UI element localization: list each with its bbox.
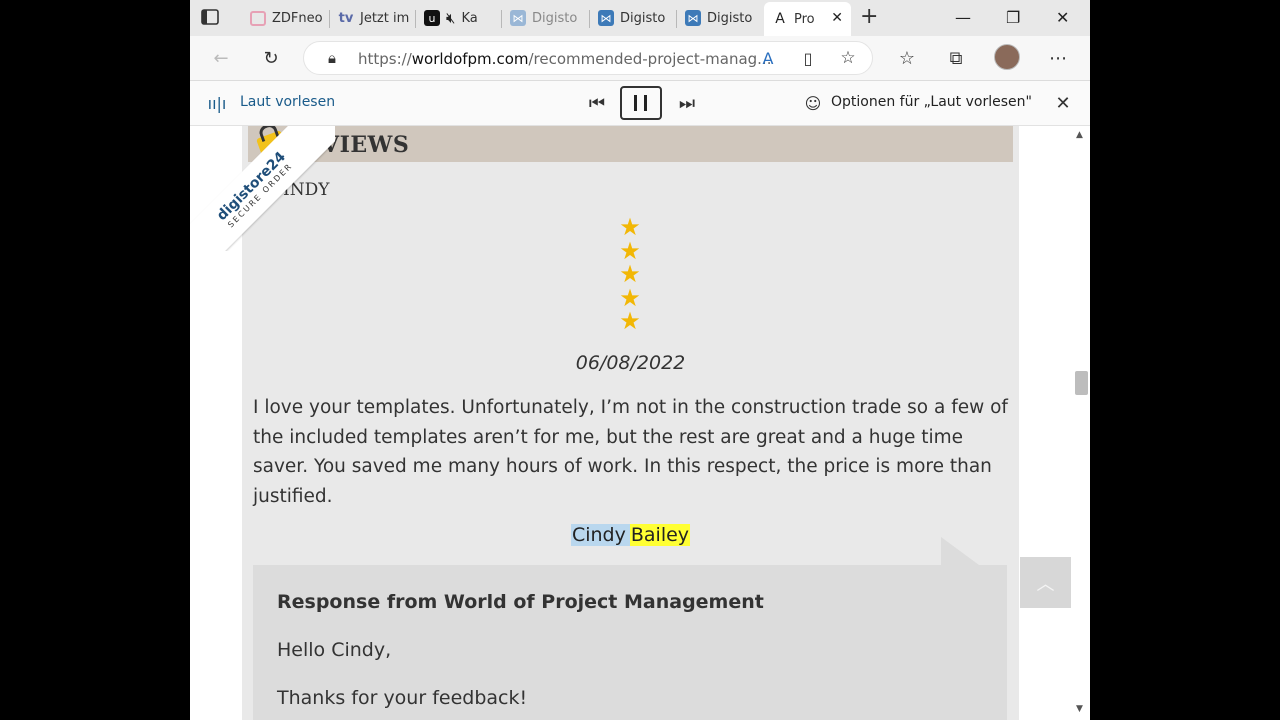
tab-digistore-1[interactable]: ⋈ Digisto bbox=[502, 4, 590, 32]
lock-icon[interactable]: 🔒︎ bbox=[320, 46, 344, 70]
star-rating: ★ ★ ★ ★ ★ bbox=[618, 213, 642, 335]
read-aloud-options[interactable]: Optionen für „Laut vorlesen" bbox=[831, 94, 1032, 110]
response-bubble-tail bbox=[941, 537, 979, 565]
immersive-reader-icon[interactable]: ▯ bbox=[796, 46, 820, 70]
speaker-muted-icon[interactable]: 🔇︎ bbox=[446, 9, 455, 27]
response-box: Response from World of Project Managemen… bbox=[253, 565, 1007, 720]
response-line: Thanks for your feedback! bbox=[277, 687, 528, 709]
more-menu-icon[interactable]: ⋯ bbox=[1046, 46, 1070, 70]
url-text[interactable]: https://worldofpm.com/recommended-projec… bbox=[358, 50, 771, 68]
tab-label: Digisto bbox=[620, 10, 666, 26]
tab-label: Pro bbox=[794, 11, 815, 27]
close-window-icon[interactable]: ✕ bbox=[1056, 8, 1069, 27]
review-date: 06/08/2022 bbox=[575, 352, 686, 374]
tab-active-pro[interactable]: A︎ Pro ✕ bbox=[764, 2, 851, 36]
browser-window: ZDFneo tv Jetzt im u 🔇︎ Ka ⋈ Digisto ⋈ D… bbox=[190, 0, 1090, 720]
review-text: I love your templates. Unfortunately, I’… bbox=[253, 397, 1008, 507]
restore-icon[interactable]: ❐ bbox=[1006, 8, 1020, 27]
tab-label: ZDFneo bbox=[272, 10, 323, 26]
u-logo-icon: u bbox=[424, 10, 440, 26]
tab-zdfneo[interactable]: ZDFneo bbox=[242, 4, 330, 32]
back-to-top-button[interactable]: ︿ bbox=[1020, 557, 1071, 608]
pause-button[interactable] bbox=[620, 86, 662, 120]
back-icon[interactable]: ← bbox=[209, 46, 233, 70]
read-aloud-bar: ıı|ı Laut vorlesen ⏮︎ ⏭︎ ☺︎ Optionen für… bbox=[190, 81, 1090, 126]
next-icon[interactable]: ⏭︎ bbox=[675, 91, 699, 115]
close-tab-icon[interactable]: ✕ bbox=[831, 10, 843, 26]
read-aloud-a-icon: A︎ bbox=[775, 11, 785, 27]
tv-icon bbox=[250, 10, 266, 26]
digistore-icon: ⋈ bbox=[685, 10, 701, 26]
voice-options-icon[interactable]: ☺︎ bbox=[801, 91, 825, 115]
tv-logo-icon: tv bbox=[338, 10, 354, 26]
tab-actions-icon[interactable] bbox=[200, 7, 222, 29]
tab-label: Ka bbox=[461, 10, 478, 26]
chevron-up-icon: ︿ bbox=[1036, 573, 1055, 595]
new-tab-icon[interactable]: + bbox=[860, 6, 878, 28]
author-first-name: Cindy bbox=[570, 524, 630, 546]
waveform-icon: ıı|ı bbox=[207, 93, 227, 113]
tab-digistore-2[interactable]: ⋈ Digisto bbox=[590, 4, 677, 32]
star-icon: ★ bbox=[619, 213, 641, 241]
previous-icon[interactable]: ⏮︎ bbox=[585, 91, 609, 115]
minimize-icon[interactable]: — bbox=[955, 8, 971, 27]
scroll-thumb[interactable] bbox=[1075, 371, 1088, 395]
response-greeting: Hello Cindy, bbox=[277, 639, 392, 661]
badge-brand: digistore24 bbox=[213, 148, 289, 224]
review-author: Cindy Bailey bbox=[242, 524, 1019, 546]
star-icon: ★ bbox=[619, 307, 641, 335]
digistore-icon: ⋈ bbox=[510, 10, 526, 26]
tab-strip: ZDFneo tv Jetzt im u 🔇︎ Ka ⋈ Digisto ⋈ D… bbox=[190, 0, 1090, 36]
tab-label: Digisto bbox=[707, 10, 753, 26]
tab-jetzt-im[interactable]: tv Jetzt im bbox=[330, 4, 416, 32]
profile-avatar[interactable] bbox=[994, 44, 1020, 70]
reviews-section: REVIEWS CINDY ★ ★ ★ ★ ★ 06/08/2022 I lov… bbox=[242, 126, 1019, 720]
add-favorite-icon[interactable]: ☆ bbox=[836, 46, 860, 70]
response-title: Response from World of Project Managemen… bbox=[277, 591, 764, 613]
refresh-icon[interactable]: ↻ bbox=[259, 46, 283, 70]
close-read-aloud-icon[interactable]: ✕ bbox=[1051, 91, 1075, 115]
address-toolbar: ← ↻ 🔒︎ https://worldofpm.com/recommended… bbox=[190, 36, 1090, 81]
read-aloud-icon[interactable]: A︎ bbox=[756, 46, 780, 70]
digistore-secure-badge[interactable]: digistore24 SECURE ORDER bbox=[190, 126, 335, 251]
address-bar[interactable]: 🔒︎ https://worldofpm.com/recommended-pro… bbox=[303, 41, 873, 75]
tab-label: Digisto bbox=[532, 10, 578, 26]
pause-icon bbox=[634, 95, 647, 111]
scroll-up-icon[interactable]: ▲ bbox=[1076, 130, 1083, 140]
digistore-icon: ⋈ bbox=[598, 10, 614, 26]
tab-digistore-3[interactable]: ⋈ Digisto bbox=[677, 4, 763, 32]
read-aloud-title: Laut vorlesen bbox=[240, 94, 336, 110]
page-scrollbar[interactable]: ▲ ▼ bbox=[1073, 126, 1090, 720]
tab-ka[interactable]: u 🔇︎ Ka bbox=[416, 4, 502, 32]
tab-label: Jetzt im bbox=[360, 10, 410, 26]
author-last-name: Bailey bbox=[629, 524, 691, 546]
favorites-icon[interactable]: ☆ bbox=[895, 46, 919, 70]
collections-icon[interactable]: ⧉ bbox=[944, 46, 968, 70]
reviews-header: REVIEWS bbox=[248, 126, 1013, 162]
star-icon: ★ bbox=[619, 260, 641, 288]
scroll-down-icon[interactable]: ▼ bbox=[1076, 704, 1083, 714]
